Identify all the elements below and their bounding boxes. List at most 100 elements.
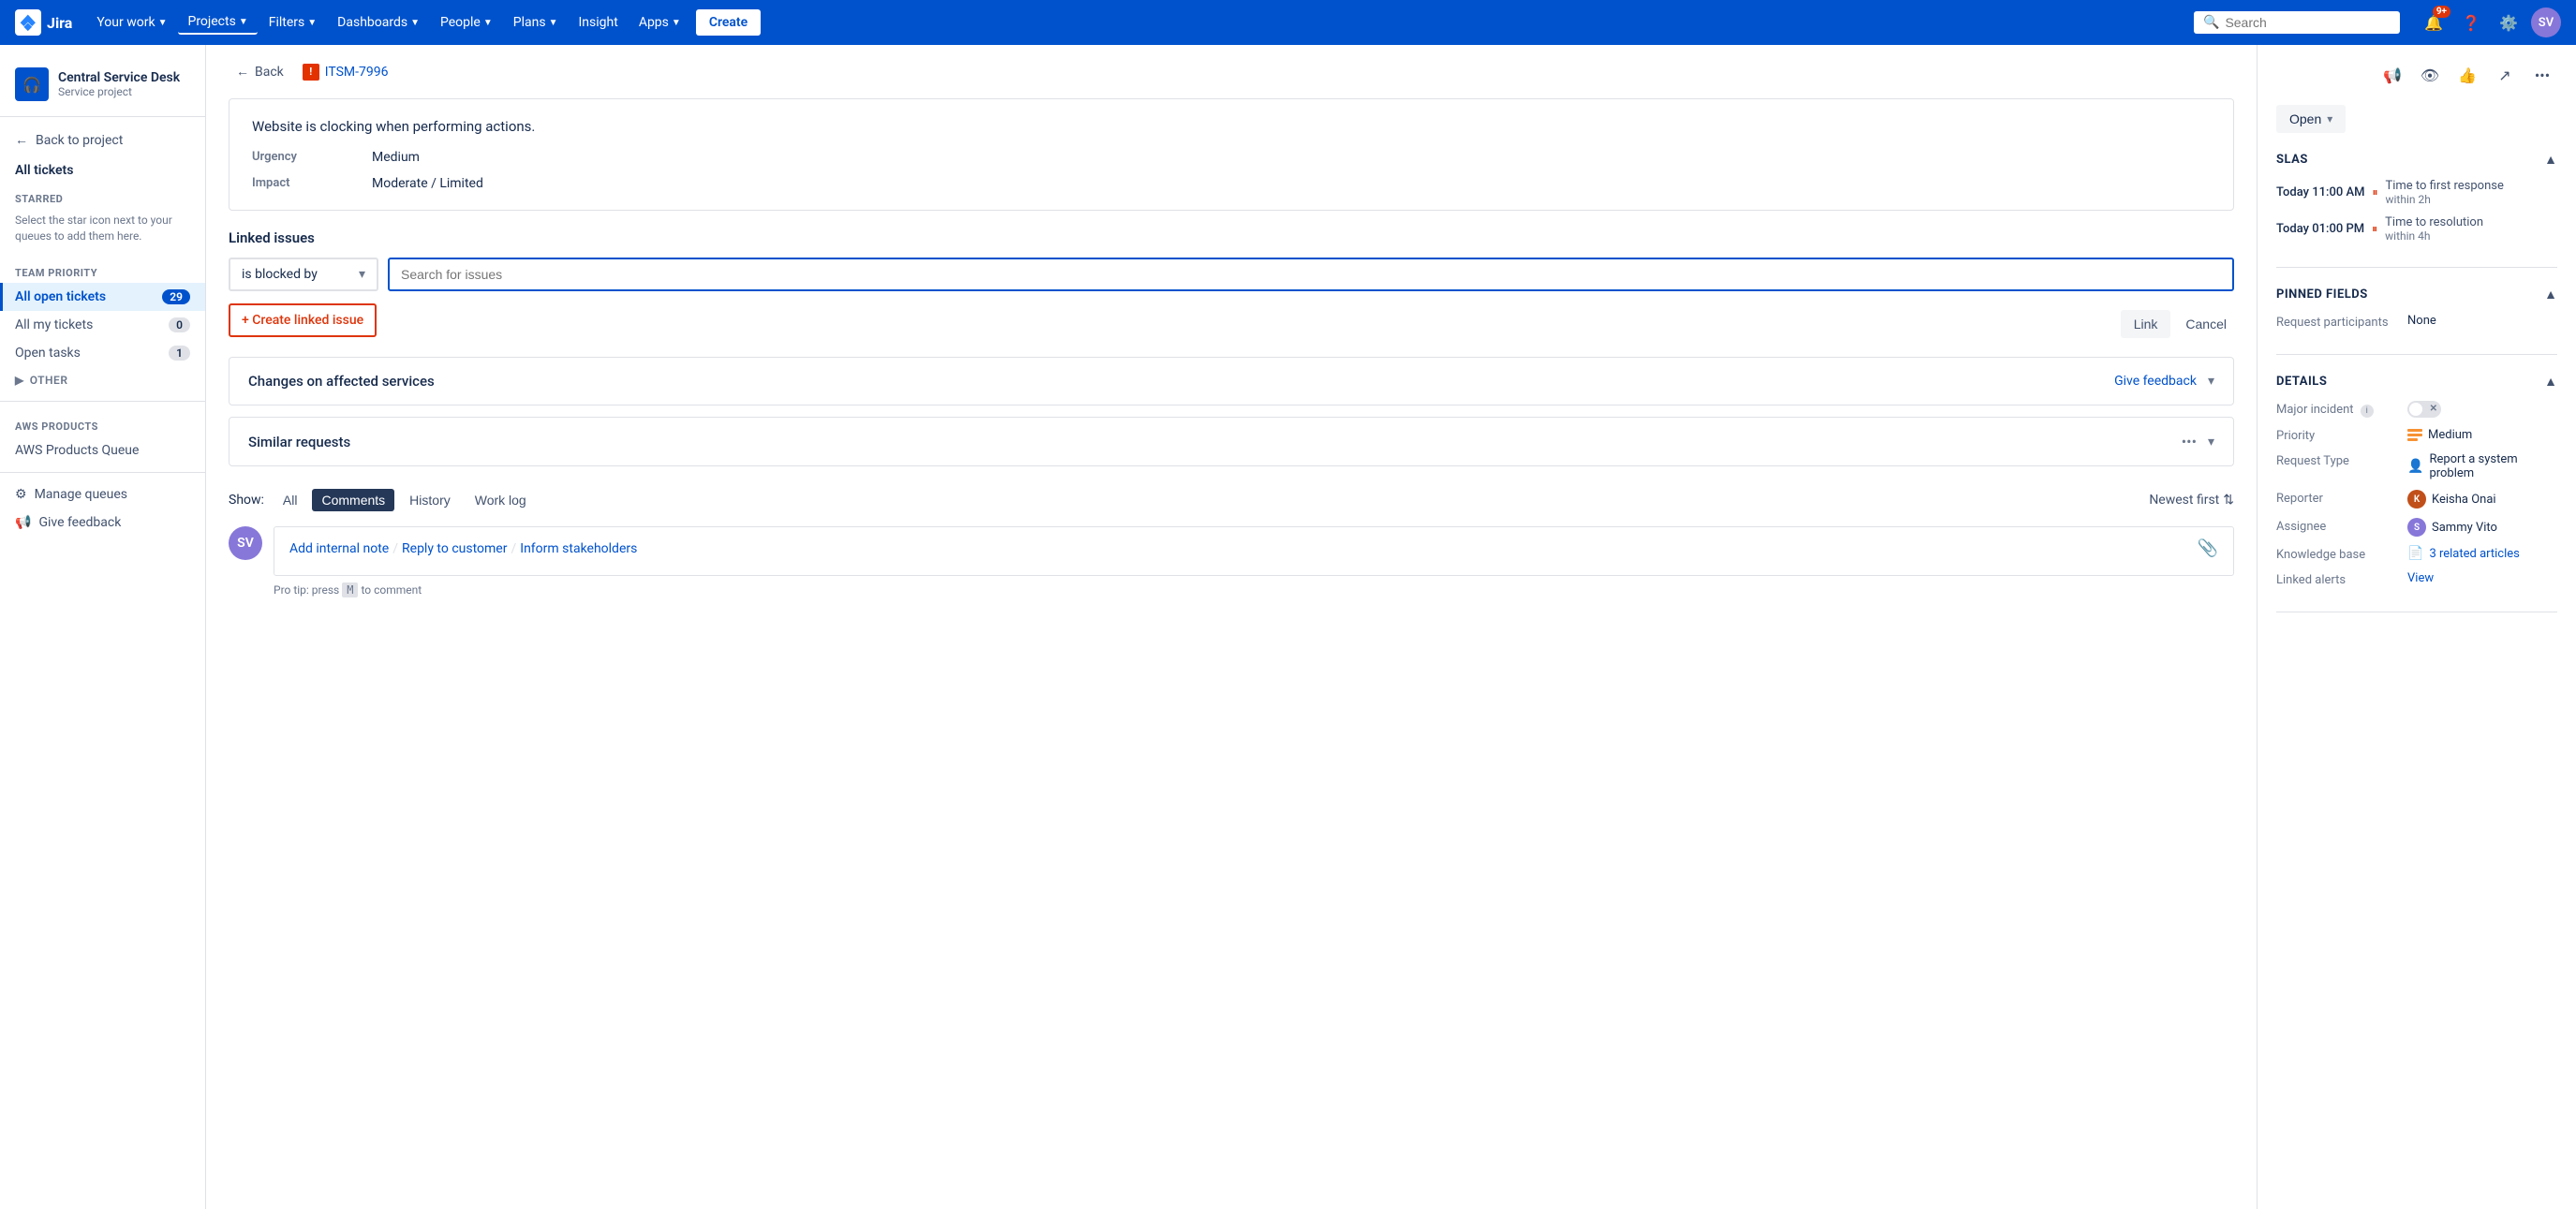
sidebar-item-aws-queue[interactable]: AWS Products Queue <box>0 436 205 464</box>
search-input[interactable] <box>2225 15 2391 30</box>
changes-header[interactable]: Changes on affected services Give feedba… <box>229 358 2233 405</box>
give-feedback-sidebar-link[interactable]: 📢 Give feedback <box>0 509 205 537</box>
search-issues-input[interactable] <box>388 258 2234 291</box>
watch-button[interactable]: 👁 <box>2415 60 2445 90</box>
urgency-field: Urgency Medium <box>252 150 2211 165</box>
major-incident-info-icon: i <box>2361 405 2374 418</box>
filter-all[interactable]: All <box>274 489 307 511</box>
right-panel: 📢 👁 👍 ↗ ••• Open ▾ SLAs ▲ Today 11:00 AM… <box>2258 45 2576 1209</box>
nav-plans[interactable]: Plans▼ <box>504 11 568 34</box>
paperclip-button[interactable]: 📎 <box>2198 538 2218 558</box>
help-button[interactable]: ❓ <box>2456 7 2486 37</box>
similar-dots-menu[interactable]: ••• <box>2182 433 2197 450</box>
details-collapse-icon[interactable]: ▲ <box>2544 374 2557 390</box>
status-button[interactable]: Open ▾ <box>2276 105 2346 133</box>
paperclip-icon: 📎 <box>2198 538 2218 558</box>
sort-icon: ⇅ <box>2223 493 2234 508</box>
dropdown-arrow-icon: ▾ <box>359 267 365 282</box>
linked-issues-section: Linked issues is blocked by ▾ + Create l… <box>229 229 2234 338</box>
thumbs-up-button[interactable]: 👍 <box>2452 60 2482 90</box>
project-icon: 🎧 <box>15 67 49 101</box>
notify-button[interactable]: 📢 <box>2377 60 2407 90</box>
request-type-icon: 👤 <box>2407 459 2423 474</box>
nav-projects[interactable]: Projects▼ <box>178 10 257 35</box>
activity-sort-button[interactable]: Newest first ⇅ <box>2149 493 2234 508</box>
details-header: Details ▲ <box>2276 374 2557 390</box>
sidebar-item-my-tickets[interactable]: All my tickets 0 <box>0 311 205 339</box>
app-logo[interactable]: Jira <box>15 9 72 36</box>
similar-requests-section: Similar requests ••• ▾ <box>229 417 2234 466</box>
nav-filters[interactable]: Filters▼ <box>259 11 326 34</box>
nav-people[interactable]: People▼ <box>431 11 502 34</box>
link-type-dropdown[interactable]: is blocked by ▾ <box>229 258 378 291</box>
aws-products-label: AWS PRODUCTS <box>0 409 205 436</box>
pinned-fields-section: Pinned fields ▲ Request participants Non… <box>2276 287 2557 355</box>
issue-key-link[interactable]: ! ITSM-7996 <box>303 64 389 81</box>
filter-worklog[interactable]: Work log <box>466 489 536 511</box>
nav-menu: Your work▼ Projects▼ Filters▼ Dashboards… <box>87 9 761 36</box>
team-priority-label: TEAM PRIORITY <box>0 256 205 283</box>
sidebar-item-all-open[interactable]: All open tickets 29 <box>0 283 205 311</box>
pinned-collapse-icon[interactable]: ▲ <box>2544 287 2557 302</box>
nav-insight[interactable]: Insight <box>569 11 627 34</box>
request-participants-field: Request participants None <box>2276 314 2557 330</box>
activity-filter-bar: Show: All Comments History Work log <box>229 489 536 511</box>
nav-your-work[interactable]: Your work▼ <box>87 11 176 34</box>
sidebar-divider-2 <box>0 472 205 473</box>
issue-fields: Urgency Medium Impact Moderate / Limited <box>252 150 2211 191</box>
manage-queues-link[interactable]: ⚙ Manage queues <box>0 480 205 509</box>
comment-composer: SV Add internal note / Reply to customer… <box>229 526 2234 597</box>
all-tickets-label: All tickets <box>0 155 205 182</box>
main-content: ← Back ! ITSM-7996 Website is clocking w… <box>206 45 2576 1209</box>
notifications-button[interactable]: 🔔 9+ <box>2419 7 2449 37</box>
inform-stakeholders-link[interactable]: Inform stakeholders <box>520 541 637 556</box>
sidebar-divider <box>0 401 205 402</box>
create-linked-issue-button[interactable]: + Create linked issue <box>229 303 377 337</box>
back-to-project-link[interactable]: ← Back to project <box>0 125 205 155</box>
project-name: Central Service Desk <box>58 70 180 86</box>
major-incident-toggle[interactable]: ✕ <box>2407 401 2441 418</box>
sidebar-item-open-tasks[interactable]: Open tasks 1 <box>0 339 205 367</box>
sla-1-pause-icon: ⏸ <box>2372 185 2377 199</box>
comment-type-actions: Add internal note / Reply to customer / … <box>289 538 2218 558</box>
cancel-button[interactable]: Cancel <box>2178 310 2234 338</box>
commenter-avatar: SV <box>229 526 262 560</box>
sidebar-project-header: 🎧 Central Service Desk Service project <box>0 60 205 117</box>
assignee-avatar: S <box>2407 518 2426 537</box>
open-tasks-count: 1 <box>169 346 190 361</box>
reply-to-customer-link[interactable]: Reply to customer <box>402 541 507 556</box>
user-avatar[interactable]: SV <box>2531 7 2561 37</box>
sla-1-sublabel: within 2h <box>2385 193 2503 206</box>
activity-header: Show: All Comments History Work log Newe… <box>229 489 2234 511</box>
create-button[interactable]: Create <box>696 9 761 36</box>
link-button[interactable]: Link <box>2121 310 2171 338</box>
slas-header: SLAs ▲ <box>2276 152 2557 168</box>
linked-alerts-view-link[interactable]: View <box>2407 571 2434 585</box>
back-button[interactable]: ← Back <box>229 60 291 83</box>
other-section[interactable]: ▶ OTHER <box>0 367 205 393</box>
filter-comments[interactable]: Comments <box>312 489 394 511</box>
pinned-fields-header: Pinned fields ▲ <box>2276 287 2557 302</box>
search-bar[interactable]: 🔍 <box>2194 11 2400 34</box>
share-button[interactable]: ↗ <box>2490 60 2520 90</box>
nav-apps[interactable]: Apps▼ <box>629 11 690 34</box>
request-type-field: Request Type 👤 Report a system problem <box>2276 452 2557 480</box>
settings-button[interactable]: ⚙️ <box>2494 7 2524 37</box>
comment-editor[interactable]: Add internal note / Reply to customer / … <box>274 526 2234 576</box>
add-internal-note-link[interactable]: Add internal note <box>289 541 389 556</box>
filter-history[interactable]: History <box>400 489 460 511</box>
link-form-actions: Link Cancel <box>2121 310 2234 338</box>
starred-description: Select the star icon next to your queues… <box>0 209 205 256</box>
nav-right-actions: 🔔 9+ ❓ ⚙️ SV <box>2419 7 2561 37</box>
similar-header[interactable]: Similar requests ••• ▾ <box>229 418 2233 465</box>
sla-row-2: Today 01:00 PM ⏸ Time to resolution with… <box>2276 215 2557 243</box>
impact-field: Impact Moderate / Limited <box>252 176 2211 191</box>
kb-link[interactable]: 3 related articles <box>2429 547 2519 561</box>
slas-collapse-icon[interactable]: ▲ <box>2544 152 2557 168</box>
nav-dashboards[interactable]: Dashboards▼ <box>328 11 429 34</box>
priority-field: Priority Medium <box>2276 427 2557 443</box>
more-options-button[interactable]: ••• <box>2527 60 2557 90</box>
jira-logo-text: Jira <box>47 14 72 32</box>
changes-feedback-link[interactable]: Give feedback <box>2114 374 2197 389</box>
details-section: Details ▲ Major incident i ✕ <box>2276 374 2557 612</box>
